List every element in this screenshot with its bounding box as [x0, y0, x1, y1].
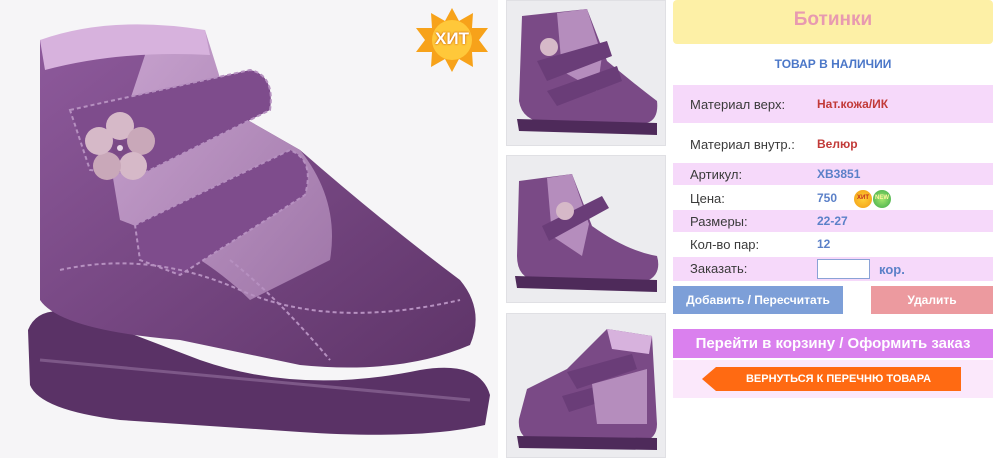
new-mini-label: NEW [875, 195, 889, 201]
spec-value: 22-27 [817, 214, 848, 228]
main-product-image[interactable]: ХИТ [0, 0, 498, 458]
availability-status: ТОВАР В НАЛИЧИИ [774, 57, 892, 71]
boot-thumbnail-image [515, 174, 659, 292]
hit-badge-text: ХИТ [435, 29, 469, 48]
hit-badge: ХИТ [414, 7, 490, 73]
spec-label: Размеры: [690, 214, 748, 229]
spec-row-sizes: Размеры: 22-27 [673, 210, 993, 232]
spec-row-upper-material: Материал верх: Нат.кожа/ИК [673, 85, 993, 123]
boot-thumbnail-image [517, 329, 657, 450]
spec-value: XB3851 [817, 167, 861, 181]
go-to-cart-button[interactable]: Перейти в корзину / Оформить заказ [673, 329, 993, 358]
spec-row-pairs: Кол-во пар: 12 [673, 233, 993, 255]
spec-label: Материал внутр.: [690, 137, 795, 152]
back-button-container: ВЕРНУТЬСЯ К ПЕРЕЧНЮ ТОВАРА [673, 360, 993, 398]
back-to-list-button[interactable]: ВЕРНУТЬСЯ К ПЕРЕЧНЮ ТОВАРА [702, 367, 961, 391]
product-thumbnail[interactable] [506, 155, 666, 303]
spec-value: Велюр [817, 137, 858, 151]
order-unit: кор. [879, 262, 905, 277]
spec-value: 12 [817, 237, 831, 251]
hit-mini-label: ХИТ [857, 195, 869, 201]
spec-label: Материал верх: [690, 97, 786, 112]
spec-row-inner-material: Материал внутр.: Велюр [673, 130, 993, 158]
order-label: Заказать: [690, 261, 748, 276]
spec-label: Цена: [690, 191, 725, 206]
order-quantity-input[interactable] [817, 259, 870, 279]
spec-label: Кол-во пар: [690, 237, 760, 252]
price-value: 750 [817, 191, 838, 205]
product-thumbnail[interactable] [506, 0, 666, 146]
spec-label: Артикул: [690, 167, 743, 182]
spec-row-article: Артикул: XB3851 [673, 163, 993, 185]
product-title: Ботинки [673, 0, 993, 44]
product-thumbnail[interactable] [506, 313, 666, 458]
product-info-panel: Ботинки ТОВАР В НАЛИЧИИ Материал верх: Н… [673, 0, 993, 458]
hit-mini-icon: ХИТ [854, 190, 872, 208]
boot-thumbnail-image [517, 9, 658, 135]
spec-value: Нат.кожа/ИК [817, 97, 889, 111]
new-mini-icon: NEW [873, 190, 891, 208]
add-recalculate-button[interactable]: Добавить / Пересчитать [673, 286, 843, 314]
spec-row-price: Цена: 750 [673, 187, 993, 209]
delete-button[interactable]: Удалить [871, 286, 993, 314]
